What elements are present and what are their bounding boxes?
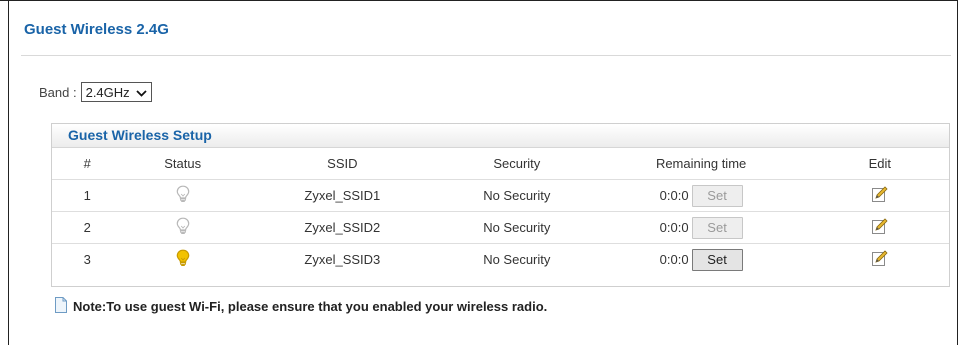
lightbulb-icon [176, 249, 190, 270]
title-divider [21, 55, 951, 56]
panel-title: Guest Wireless Setup [52, 124, 949, 148]
row-security: No Security [441, 211, 592, 244]
band-row: Band : 2.4GHz [39, 82, 152, 102]
column-header-security: Security [493, 156, 541, 171]
page-title: Guest Wireless 2.4G [24, 21, 169, 38]
band-select[interactable]: 2.4GHz [80, 82, 152, 102]
guest-wireless-panel: Guest Wireless Setup # Status SSID Secur… [51, 123, 950, 287]
window-corner [0, 0, 8, 7]
row-number: 1 [52, 179, 123, 212]
row-ssid: Zyxel_SSID1 [242, 179, 442, 212]
column-header-status: Status [164, 156, 202, 171]
column-header-ssid: SSID [327, 156, 358, 171]
note-icon [55, 297, 67, 316]
lightbulb-icon [176, 217, 190, 238]
band-label: Band : [39, 84, 77, 100]
table-row: 1 Zyxel_SSID1 No Security 0:0:0 Set [52, 179, 949, 212]
note: Note:To use guest Wi-Fi, please ensure t… [55, 297, 547, 316]
lightbulb-icon [176, 185, 190, 206]
set-button[interactable]: Set [691, 216, 743, 239]
row-number: 2 [52, 211, 123, 244]
column-header-remaining-time: Remaining time [655, 156, 747, 171]
edit-icon[interactable] [871, 249, 889, 270]
edit-icon[interactable] [871, 217, 889, 238]
row-number: 3 [52, 243, 123, 275]
row-ssid: Zyxel_SSID3 [242, 243, 442, 275]
row-remaining-time: 0:0:0 [659, 252, 689, 267]
content-frame: Guest Wireless 2.4G Band : 2.4GHz Guest … [8, 0, 958, 345]
set-button[interactable]: Set [691, 248, 743, 271]
chevron-down-icon [136, 85, 147, 100]
row-security: No Security [441, 179, 592, 212]
row-security: No Security [441, 243, 592, 275]
table-row: 3 Zyxel_SSID3 No Security 0:0:0 Set [52, 243, 949, 275]
table-row: 2 Zyxel_SSID2 No Security 0:0:0 Set [52, 211, 949, 244]
set-button[interactable]: Set [691, 184, 743, 207]
table-header-row: # Status SSID Security Remaining time Ed… [52, 148, 949, 180]
row-ssid: Zyxel_SSID2 [242, 211, 442, 244]
note-text: Note:To use guest Wi-Fi, please ensure t… [73, 299, 548, 314]
column-header-number: # [83, 156, 91, 171]
edit-icon[interactable] [871, 185, 889, 206]
column-header-edit: Edit [868, 156, 891, 171]
band-select-value: 2.4GHz [85, 84, 130, 100]
row-remaining-time: 0:0:0 [659, 220, 689, 235]
row-remaining-time: 0:0:0 [659, 188, 689, 203]
guest-wireless-table: # Status SSID Security Remaining time Ed… [52, 148, 949, 275]
